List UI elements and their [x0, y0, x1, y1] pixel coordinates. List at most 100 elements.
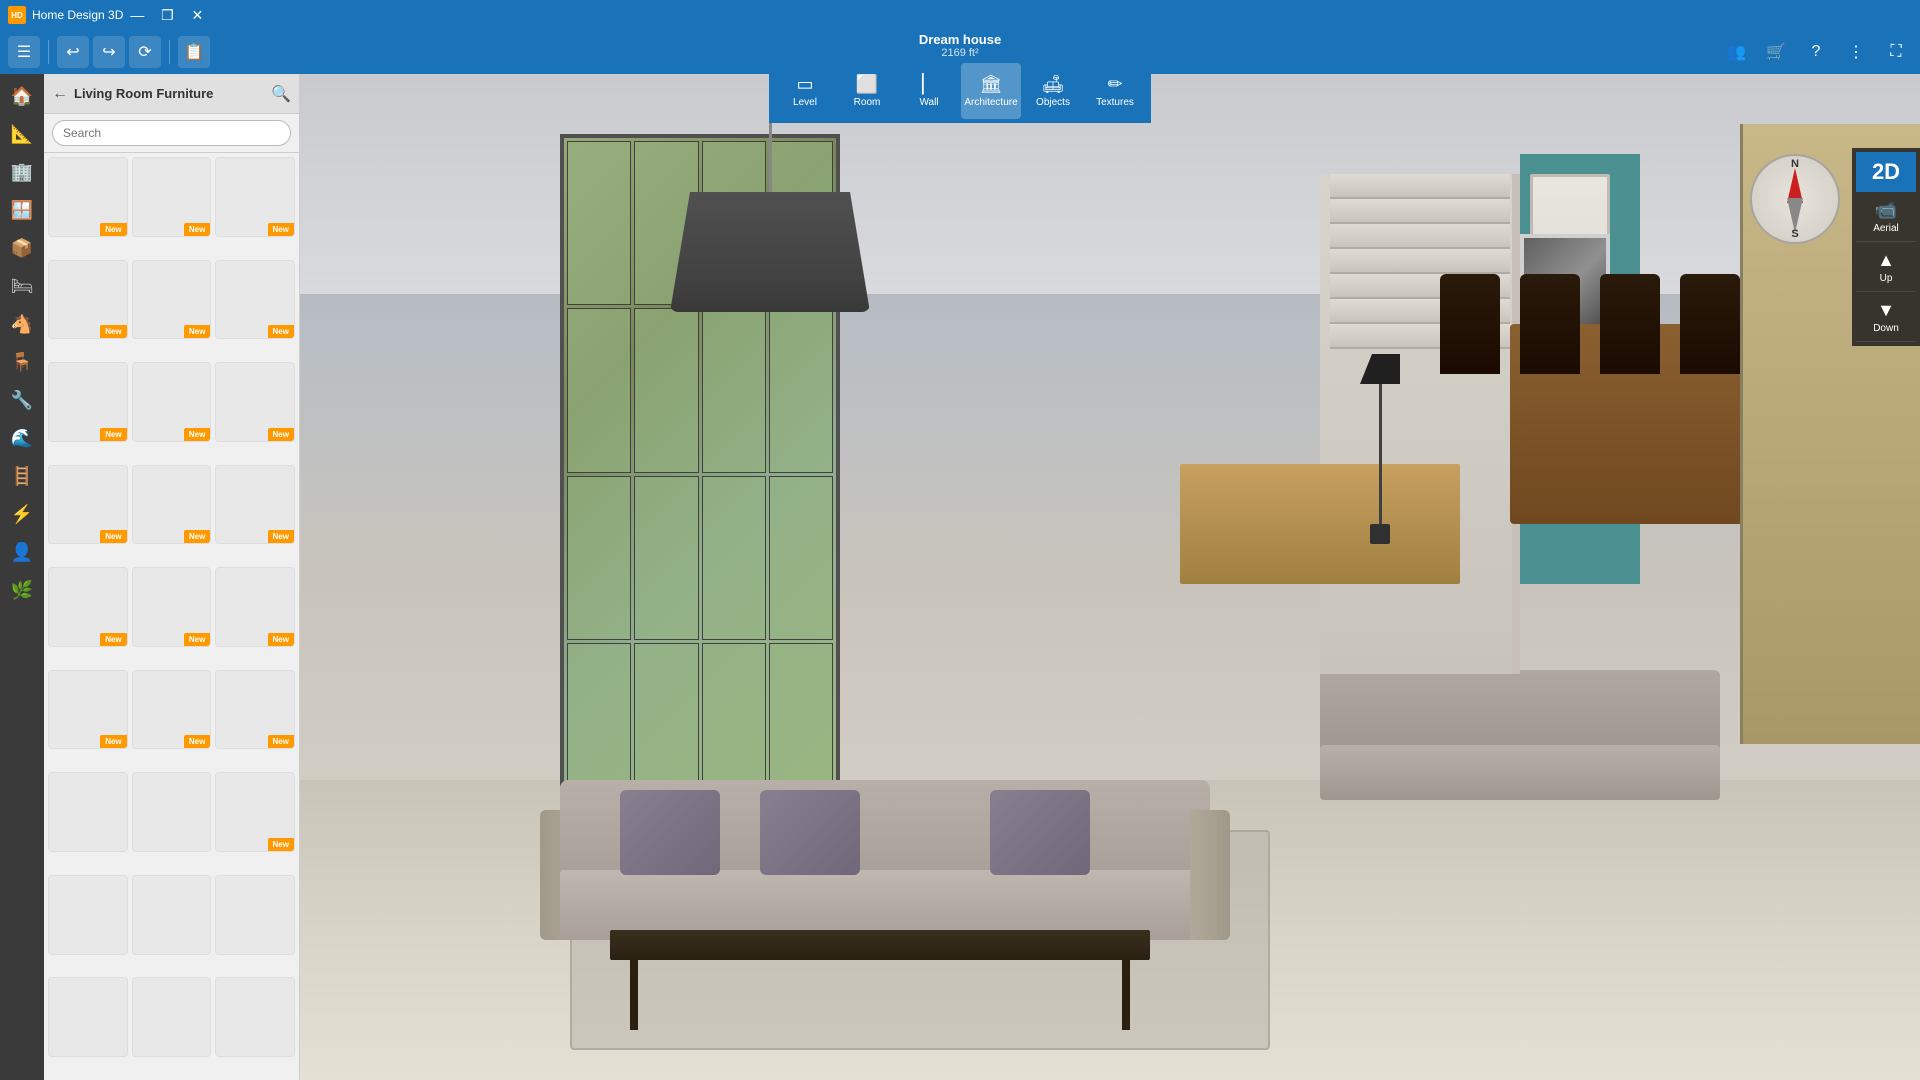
furniture-item-3[interactable]: New: [215, 157, 295, 237]
2d-mode-button[interactable]: 2D: [1856, 152, 1916, 192]
down-label: Down: [1873, 323, 1899, 334]
panel-back-button[interactable]: ←: [52, 85, 68, 103]
furniture-item-7[interactable]: New: [48, 362, 128, 442]
minimize-button[interactable]: —: [123, 1, 151, 29]
window-pane: [769, 476, 833, 640]
furniture-item-4[interactable]: New: [48, 260, 128, 340]
furniture-item-11[interactable]: New: [132, 465, 212, 545]
stair-step: [1330, 249, 1510, 274]
tab-level-label: Level: [793, 97, 817, 108]
new-badge-5: New: [184, 325, 210, 338]
compass: N S: [1750, 154, 1840, 244]
furniture-item-8[interactable]: New: [132, 362, 212, 442]
down-button[interactable]: ▼ Down: [1856, 292, 1916, 342]
sidebar-measure[interactable]: 📐: [4, 116, 40, 152]
compass-dial: N S: [1750, 154, 1840, 244]
furniture-item-9[interactable]: New: [215, 362, 295, 442]
tab-room[interactable]: ⬜ Room: [837, 63, 897, 119]
coffee-table-leg-2: [1122, 960, 1130, 1030]
furniture-item-5[interactable]: New: [132, 260, 212, 340]
sidebar-person[interactable]: 👤: [4, 534, 40, 570]
panel-search-icon[interactable]: 🔍: [271, 84, 291, 104]
sidebar-ladder[interactable]: 🪜: [4, 458, 40, 494]
new-badge-16: New: [100, 735, 126, 748]
tab-architecture[interactable]: 🏛 Architecture: [961, 63, 1021, 119]
new-badge-21: New: [268, 838, 294, 851]
furniture-item-25[interactable]: [48, 977, 128, 1057]
window-pane: [634, 308, 698, 472]
furniture-item-22[interactable]: [48, 875, 128, 955]
sidebar-animal[interactable]: 🐴: [4, 306, 40, 342]
tab-objects-label: Objects: [1036, 97, 1070, 108]
users-button[interactable]: 👥: [1720, 36, 1752, 68]
furniture-item-27[interactable]: [215, 977, 295, 1057]
more-button[interactable]: ⋮: [1840, 36, 1872, 68]
new-badge-15: New: [268, 633, 294, 646]
furniture-item-14[interactable]: New: [132, 567, 212, 647]
lamp-shade: [670, 192, 870, 312]
sidebar-plant[interactable]: 🌿: [4, 572, 40, 608]
redo-button[interactable]: ↪: [93, 36, 125, 68]
tab-level[interactable]: ▭ Level: [775, 63, 835, 119]
furniture-item-15[interactable]: New: [215, 567, 295, 647]
sidebar-tools[interactable]: 🔧: [4, 382, 40, 418]
console-table: [1180, 464, 1460, 584]
search-input[interactable]: [52, 120, 291, 146]
furniture-item-21[interactable]: New: [215, 772, 295, 852]
sidebar-window[interactable]: 🪟: [4, 192, 40, 228]
new-badge-7: New: [100, 428, 126, 441]
window-pane: [769, 308, 833, 472]
tab-wall[interactable]: ▏ Wall: [899, 63, 959, 119]
menu-button[interactable]: ☰: [8, 36, 40, 68]
furniture-item-1[interactable]: New: [48, 157, 128, 237]
fullscreen-button[interactable]: ⛶: [1880, 36, 1912, 68]
maximize-button[interactable]: ❐: [153, 1, 181, 29]
help-button[interactable]: ?: [1800, 36, 1832, 68]
3d-viewport[interactable]: N S 2D 📹 Aerial ▲ Up ▼ Down: [300, 74, 1920, 1080]
sidebar-chair[interactable]: 🪑: [4, 344, 40, 380]
dining-chair-1: [1440, 274, 1500, 374]
new-badge-6: New: [268, 325, 294, 338]
new-badge-4: New: [100, 325, 126, 338]
window-pane: [567, 476, 631, 640]
cart-button[interactable]: 🛒: [1760, 36, 1792, 68]
furniture-item-20[interactable]: [132, 772, 212, 852]
lamp-head: [1360, 354, 1400, 384]
furniture-item-10[interactable]: New: [48, 465, 128, 545]
aerial-button[interactable]: 📹 Aerial: [1856, 192, 1916, 242]
furniture-item-13[interactable]: New: [48, 567, 128, 647]
furniture-item-19[interactable]: [48, 772, 128, 852]
new-badge-10: New: [100, 530, 126, 543]
tab-architecture-label: Architecture: [964, 97, 1017, 108]
furniture-item-12[interactable]: New: [215, 465, 295, 545]
clipboard-button[interactable]: 📋: [178, 36, 210, 68]
title-bar: HD Home Design 3D — ❐ ✕: [0, 0, 1920, 30]
sofa-pillow-1: [620, 790, 720, 875]
down-icon: ▼: [1877, 300, 1895, 321]
furniture-item-24[interactable]: [215, 875, 295, 955]
sofa2-seat: [1320, 745, 1720, 800]
sidebar-wave[interactable]: 🌊: [4, 420, 40, 456]
furniture-item-6[interactable]: New: [215, 260, 295, 340]
up-button[interactable]: ▲ Up: [1856, 242, 1916, 292]
coffee-table-leg-1: [630, 960, 638, 1030]
furniture-item-17[interactable]: New: [132, 670, 212, 750]
up-icon: ▲: [1877, 250, 1895, 271]
undo-button[interactable]: ↩: [57, 36, 89, 68]
wall-icon: ▏: [922, 74, 936, 95]
furniture-item-2[interactable]: New: [132, 157, 212, 237]
tab-objects[interactable]: 🛋 Objects: [1023, 63, 1083, 119]
furniture-item-18[interactable]: New: [215, 670, 295, 750]
furniture-item-26[interactable]: [132, 977, 212, 1057]
sidebar-box[interactable]: 📦: [4, 230, 40, 266]
tab-textures[interactable]: ✏ Textures: [1085, 63, 1145, 119]
close-button[interactable]: ✕: [183, 1, 211, 29]
dining-chair-4: [1680, 274, 1740, 374]
sidebar-bed[interactable]: 🛏: [4, 268, 40, 304]
sidebar-building[interactable]: 🏢: [4, 154, 40, 190]
history-button[interactable]: ⟳: [129, 36, 161, 68]
furniture-item-16[interactable]: New: [48, 670, 128, 750]
sidebar-electric[interactable]: ⚡: [4, 496, 40, 532]
sidebar-home[interactable]: 🏠: [4, 78, 40, 114]
furniture-item-23[interactable]: [132, 875, 212, 955]
